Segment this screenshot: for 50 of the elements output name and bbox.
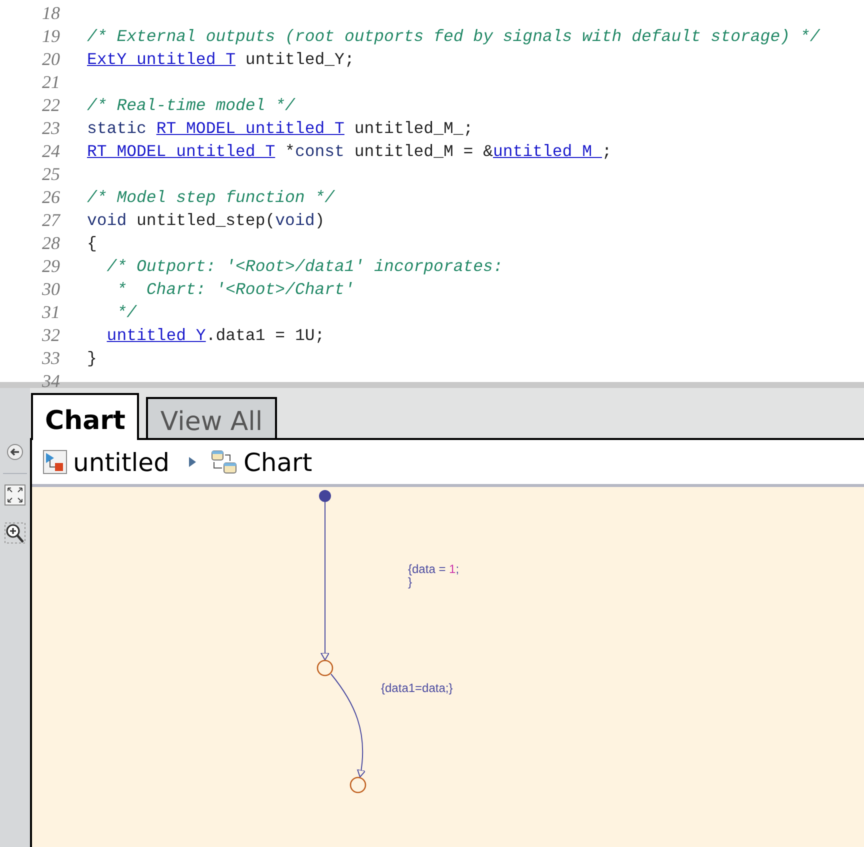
line-number: 32 bbox=[41, 325, 61, 346]
line-number: 20 bbox=[41, 49, 61, 70]
line-number: 21 bbox=[41, 72, 61, 93]
code-line: static RT_MODEL_untitled_T untitled_M_; bbox=[87, 119, 474, 138]
model-icon bbox=[43, 450, 67, 474]
line-number: 34 bbox=[41, 371, 61, 392]
line-number: 33 bbox=[41, 348, 61, 369]
fit-to-view-icon[interactable] bbox=[4, 484, 26, 506]
code-line: /* Outport: '<Root>/data1' incorporates: bbox=[106, 257, 503, 276]
line-number: 19 bbox=[41, 26, 61, 47]
code-line: */ bbox=[116, 303, 137, 322]
code-line: /* Model step function */ bbox=[87, 188, 335, 207]
line-number: 23 bbox=[41, 118, 61, 139]
transition-label: {data1=data;} bbox=[381, 682, 453, 695]
code-link[interactable]: untitled_M_ bbox=[493, 142, 602, 161]
tab[interactable]: View All bbox=[146, 397, 277, 438]
zoom-in-icon[interactable] bbox=[4, 522, 26, 546]
line-number: 31 bbox=[41, 302, 61, 323]
code-link[interactable]: RT_MODEL_untitled_T bbox=[87, 142, 276, 161]
code-link[interactable]: untitled_Y bbox=[106, 326, 206, 345]
tab[interactable]: Chart bbox=[31, 393, 140, 440]
breadcrumb-item[interactable]: Chart bbox=[243, 448, 312, 476]
code-link[interactable]: ExtY_untitled_T bbox=[87, 50, 236, 69]
code-line: untitled_Y.data1 = 1U; bbox=[106, 326, 325, 345]
line-number: 26 bbox=[41, 187, 61, 208]
code-line: void untitled_step(void) bbox=[87, 211, 325, 230]
caret-icon bbox=[187, 455, 198, 469]
code-link[interactable]: RT_MODEL_untitled_T bbox=[156, 119, 344, 138]
line-number: 22 bbox=[41, 95, 61, 116]
line-number: 27 bbox=[41, 210, 62, 231]
junction bbox=[316, 660, 334, 676]
code-line: * Chart: '<Root>/Chart' bbox=[116, 280, 354, 299]
line-number: 18 bbox=[41, 3, 61, 24]
back-icon[interactable] bbox=[6, 443, 24, 461]
breadcrumb-item[interactable]: untitled bbox=[73, 448, 170, 476]
code-line: /* Real-time model */ bbox=[87, 96, 295, 115]
transition-label: {data = 1; } bbox=[408, 563, 460, 589]
code-line: } bbox=[87, 349, 97, 368]
code-line: /* External outputs (root outports fed by signals with default storage) */ bbox=[87, 27, 820, 46]
line-number: 24 bbox=[41, 141, 61, 162]
code-line: RT_MODEL_untitled_T *const untitled_M = &untitled_M_; bbox=[87, 142, 612, 161]
chart-icon bbox=[211, 450, 238, 474]
line-number: 25 bbox=[41, 164, 61, 185]
junction bbox=[350, 776, 366, 794]
line-number: 30 bbox=[41, 279, 61, 300]
line-number: 29 bbox=[41, 256, 61, 277]
line-number: 28 bbox=[41, 233, 61, 254]
code-line: { bbox=[87, 234, 97, 253]
default-transition-dot bbox=[319, 490, 331, 502]
code-line: ExtY_untitled_T untitled_Y; bbox=[87, 50, 354, 69]
